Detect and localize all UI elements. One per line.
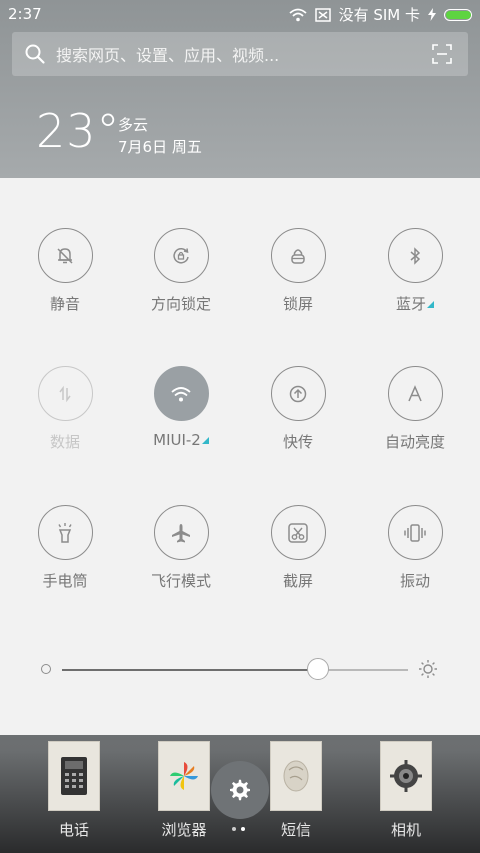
more-indicator — [201, 437, 209, 444]
toggle-circle[interactable] — [387, 505, 443, 560]
wifi-icon — [288, 8, 307, 21]
toggle-wifi[interactable]: MIUI-2 — [126, 366, 236, 486]
toggle-circle[interactable] — [37, 505, 93, 560]
data-icon — [59, 385, 71, 402]
battery-icon — [444, 8, 472, 21]
charging-icon — [428, 8, 436, 21]
camera-icon[interactable] — [380, 741, 432, 811]
temperature: 23° — [36, 104, 121, 158]
toggle-circle[interactable] — [387, 228, 443, 283]
bell-slash-icon — [57, 247, 73, 264]
home-dock: 电话 浏览器 短信 相机 — [0, 735, 480, 853]
no-sim-icon — [314, 7, 331, 22]
brightness-low-icon — [41, 664, 51, 674]
search-bar[interactable]: 搜索网页、设置、应用、视频... — [12, 32, 468, 76]
toggle-circle[interactable] — [270, 505, 326, 560]
toggle-vibrate[interactable]: 振动 — [360, 505, 470, 625]
toggle-label: 自动亮度 — [384, 433, 445, 451]
app-camera[interactable]: 相机 — [366, 741, 446, 840]
toggle-label: 数据 — [49, 433, 80, 451]
toggle-auto-brightness[interactable]: 自动亮度 — [360, 366, 470, 486]
toggle-label: 振动 — [399, 572, 430, 590]
page-dot — [232, 827, 236, 831]
toggle-label: 蓝牙 — [360, 293, 470, 314]
bluetooth-icon — [410, 246, 421, 265]
toggle-lock-screen[interactable]: 锁屏 — [243, 228, 353, 348]
wifi-icon — [171, 386, 191, 401]
vibrate-icon — [404, 523, 426, 542]
brightness-slider-fill — [62, 669, 319, 671]
status-icons: 没有 SIM 卡 — [288, 4, 472, 25]
toggle-circle[interactable] — [270, 228, 326, 283]
toggle-label-text: MIUI-2 — [153, 431, 201, 449]
brightness-slider[interactable] — [62, 658, 408, 680]
app-label: 短信 — [280, 821, 311, 839]
toggle-label: 手电筒 — [42, 572, 88, 590]
scan-icon[interactable] — [432, 44, 452, 64]
auto-brightness-icon — [408, 384, 422, 401]
toggle-label: 截屏 — [282, 572, 313, 590]
messages-icon[interactable] — [270, 741, 322, 811]
toggle-circle[interactable] — [37, 366, 93, 421]
brightness-high-icon — [419, 660, 437, 678]
toggle-label: 快传 — [282, 433, 313, 451]
app-phone[interactable]: 电话 — [34, 741, 114, 840]
toggle-circle[interactable] — [153, 505, 209, 560]
app-label: 浏览器 — [161, 821, 207, 839]
toggle-rotation-lock[interactable]: 方向锁定 — [126, 228, 236, 348]
toggle-circle[interactable] — [270, 366, 326, 421]
toggle-airplane[interactable]: 飞行模式 — [126, 505, 236, 625]
battery-level — [446, 10, 471, 19]
airplane-icon — [172, 523, 190, 542]
share-icon — [289, 385, 307, 402]
toggle-quick-share[interactable]: 快传 — [243, 366, 353, 486]
rotation-lock-icon — [173, 247, 189, 263]
flashlight-icon — [58, 522, 72, 543]
toggle-circle[interactable] — [153, 228, 209, 283]
browser-icon[interactable] — [158, 741, 210, 811]
more-indicator — [427, 301, 434, 308]
toggle-label: 锁屏 — [282, 295, 313, 313]
toggle-circle[interactable] — [387, 366, 443, 421]
weather-condition: 多云 — [118, 116, 149, 134]
weather-date: 7月6日 周五 — [118, 138, 202, 156]
toggle-screenshot[interactable]: 截屏 — [243, 505, 353, 625]
gear-icon — [230, 779, 250, 801]
weather-meta: 多云 7月6日 周五 — [118, 114, 202, 158]
phone-icon[interactable] — [48, 741, 100, 811]
status-bar: 2:37 没有 SIM 卡 — [0, 0, 480, 28]
app-messages[interactable]: 短信 — [256, 741, 336, 840]
toggle-circle[interactable] — [153, 366, 209, 421]
app-label: 相机 — [390, 821, 421, 839]
toggle-mobile-data[interactable]: 数据 — [10, 366, 120, 486]
app-label: 电话 — [58, 821, 89, 839]
weather-widget[interactable]: 23° 多云 7月6日 周五 — [36, 104, 202, 158]
toggle-silent[interactable]: 静音 — [10, 228, 120, 348]
lock-icon — [291, 248, 305, 264]
toggle-circle[interactable] — [37, 228, 93, 283]
page-indicator — [232, 827, 245, 831]
toggle-label: 飞行模式 — [150, 572, 211, 590]
search-icon — [25, 44, 45, 64]
status-time: 2:37 — [8, 5, 42, 23]
toggle-label: 方向锁定 — [150, 295, 211, 313]
toggle-label-text: 蓝牙 — [395, 295, 426, 313]
toggle-bluetooth[interactable]: 蓝牙 — [360, 228, 470, 348]
sim-status-text: 没有 SIM 卡 — [338, 6, 420, 24]
quick-settings-panel: 静音 方向锁定 锁屏 蓝牙 数据 MIUI-2 快传 自动亮度 手电筒 飞行模式… — [0, 178, 480, 735]
brightness-slider-thumb[interactable] — [307, 658, 330, 680]
toggle-label: MIUI-2 — [126, 431, 236, 449]
search-placeholder[interactable]: 搜索网页、设置、应用、视频... — [56, 42, 432, 66]
toggle-label: 静音 — [49, 295, 80, 313]
screenshot-icon — [288, 522, 308, 543]
toggle-flashlight[interactable]: 手电筒 — [10, 505, 120, 625]
page-dot-active — [241, 827, 245, 831]
